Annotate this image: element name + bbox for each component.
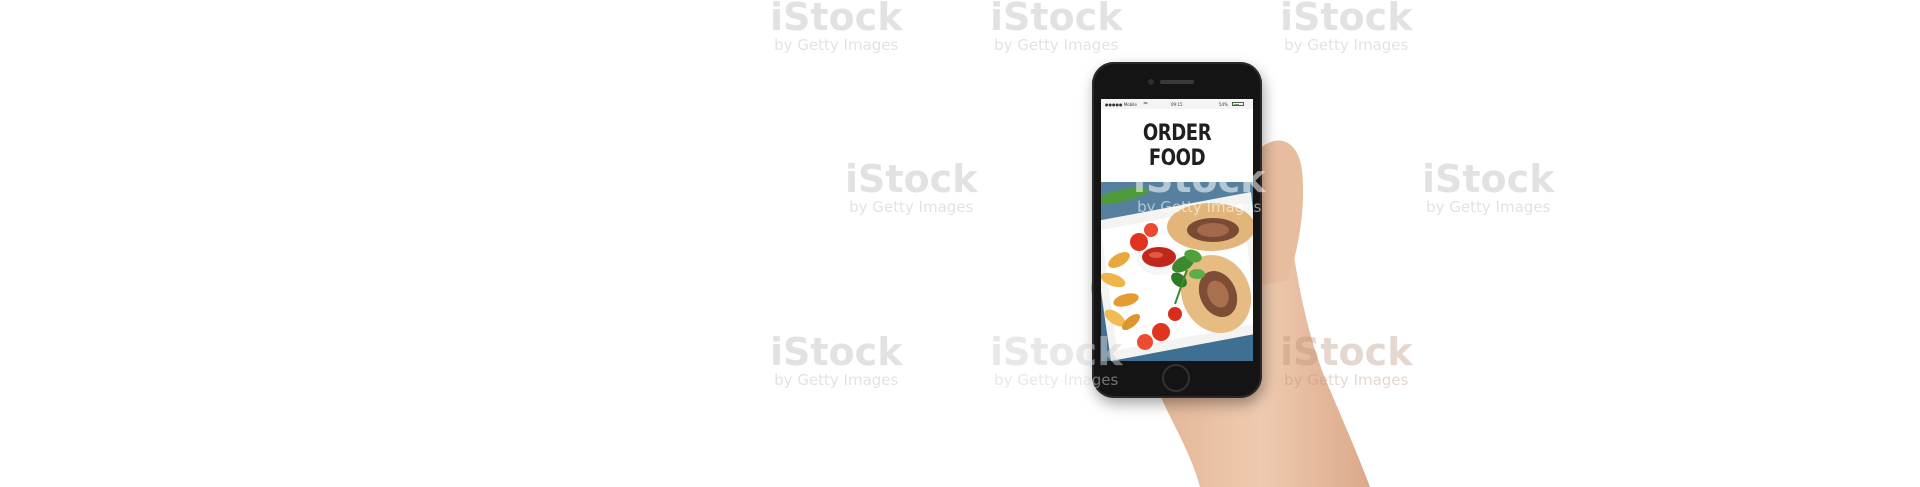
phone-screen: ●●●●● Mobile ≈ 09:15 54% ORDER FOOD [1101, 99, 1253, 361]
watermark: iStock by Getty Images [1422, 157, 1555, 216]
thumb [1258, 140, 1304, 285]
watermark: iStock by Getty Images [1280, 0, 1413, 54]
home-button-icon [1162, 364, 1190, 392]
status-bar: ●●●●● Mobile ≈ 09:15 54% [1101, 99, 1253, 109]
battery-icon [1232, 102, 1244, 106]
watermark: iStock by Getty Images [770, 330, 903, 389]
smartphone: ●●●●● Mobile ≈ 09:15 54% ORDER FOOD [1092, 62, 1262, 398]
screen-title: ORDER FOOD [1142, 121, 1212, 171]
watermark: iStock by Getty Images [990, 0, 1123, 54]
battery-level-fill [1234, 104, 1239, 105]
food-photo [1101, 182, 1253, 361]
photo-stage: ●●●●● Mobile ≈ 09:15 54% ORDER FOOD iSto… [0, 0, 1920, 487]
wifi-icon: ≈ [1143, 100, 1149, 107]
watermark: iStock by Getty Images [770, 0, 903, 54]
carrier-label: ●●●●● Mobile [1105, 102, 1137, 107]
battery-label: 54% [1219, 102, 1228, 107]
front-camera [1148, 79, 1154, 85]
watermark: iStock by Getty Images [845, 157, 978, 216]
earpiece-speaker [1160, 80, 1194, 84]
status-time: 09:15 [1171, 102, 1183, 107]
